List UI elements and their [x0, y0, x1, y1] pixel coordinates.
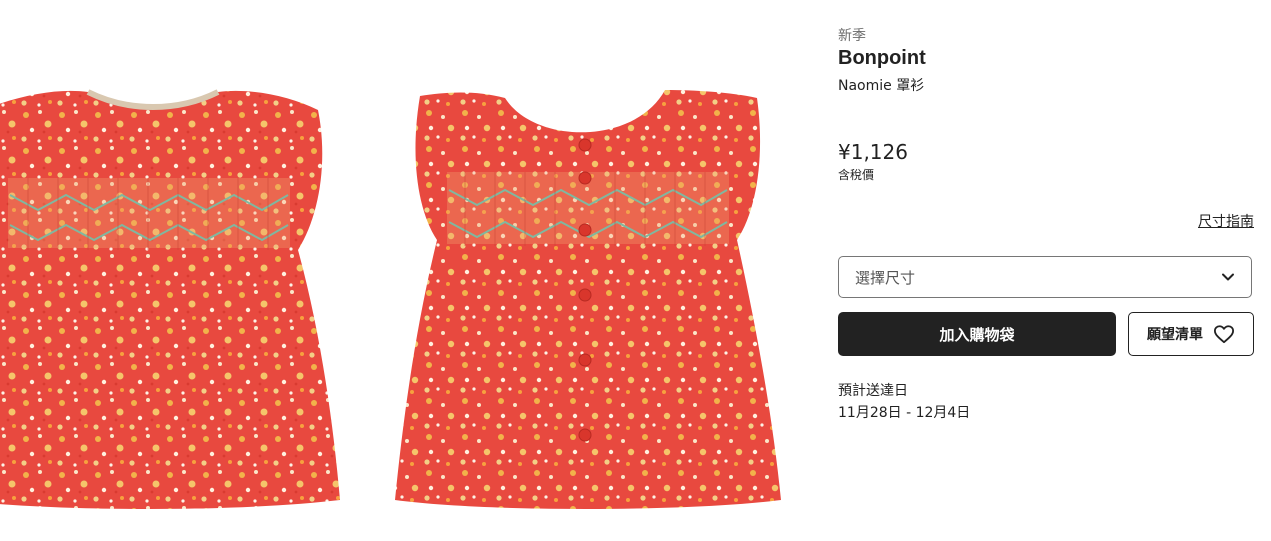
product-info-panel: 新季 Bonpoint Naomie 罩衫 ¥1,126 含稅價 尺寸指南 選擇…: [838, 0, 1254, 541]
chevron-down-icon: [1222, 273, 1234, 281]
size-guide-link[interactable]: 尺寸指南: [1198, 211, 1254, 231]
product-image-back[interactable]: [385, 0, 785, 541]
add-to-bag-button[interactable]: 加入購物袋: [838, 312, 1116, 356]
tax-note: 含稅價: [838, 168, 875, 182]
size-select[interactable]: 選擇尺寸: [838, 256, 1252, 298]
product-gallery: [0, 0, 800, 541]
brand-name[interactable]: Bonpoint: [838, 47, 926, 70]
size-select-label: 選擇尺寸: [855, 268, 916, 287]
season-badge: 新季: [838, 28, 866, 44]
product-image-front[interactable]: [0, 0, 348, 541]
delivery-dates: 11月28日 - 12月4日: [838, 405, 971, 421]
wishlist-label: 願望清單: [1147, 327, 1203, 343]
product-name: Naomie 罩衫: [838, 78, 925, 94]
wishlist-button[interactable]: 願望清單: [1128, 312, 1254, 356]
heart-icon: [1213, 325, 1234, 344]
delivery-label: 預計送達日: [838, 383, 908, 399]
product-price: ¥1,126: [838, 140, 908, 164]
